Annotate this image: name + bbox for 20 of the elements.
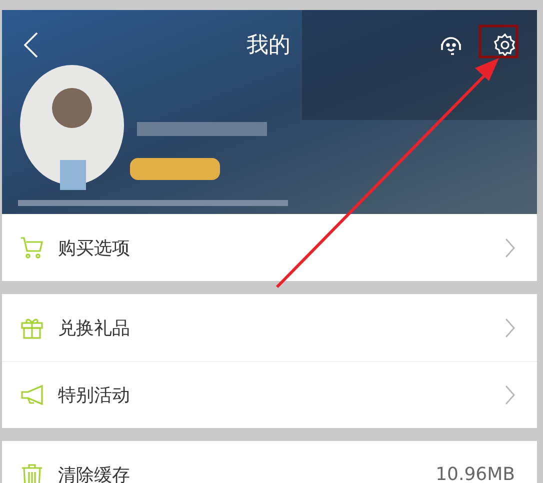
highlight-frame: [478, 24, 518, 58]
chevron-icon: [505, 238, 515, 258]
chevron-icon: [505, 318, 515, 338]
menu-item[interactable]: 清除缓存 10.96MB: [2, 441, 537, 483]
menu-label: 兑换礼品: [58, 316, 131, 340]
menu-label: 清除缓存: [58, 464, 131, 483]
menu-item[interactable]: 兑换礼品: [2, 294, 537, 361]
menu-label: 特别活动: [58, 384, 131, 407]
chevron-icon: [505, 385, 515, 405]
cart-icon: [20, 236, 44, 260]
menu-item[interactable]: 购买选项: [2, 214, 537, 281]
cache-size: 10.96MB: [436, 464, 515, 483]
menu-label: 购买选项: [58, 236, 131, 260]
settings-icon[interactable]: [493, 33, 517, 57]
back-icon[interactable]: [24, 32, 38, 58]
headset-icon[interactable]: [439, 34, 463, 56]
menu-item[interactable]: 特别活动: [2, 361, 537, 428]
trash-icon: [20, 462, 44, 483]
page-title: 我的: [246, 32, 292, 60]
megaphone-icon: [20, 383, 44, 407]
